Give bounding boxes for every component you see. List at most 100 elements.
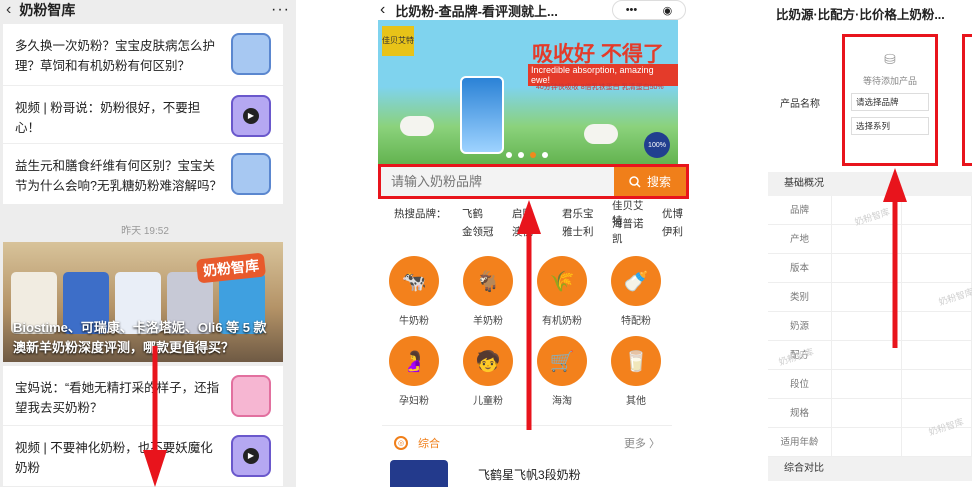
product-name: 飞鹤星飞帆3段奶粉 [478,467,581,482]
article-item[interactable]: 益生元和膳食纤维有何区别？宝宝关节为什么会响?无乳糖奶粉难溶解吗？ [3,144,283,204]
row-label: 品牌 [768,196,832,224]
section-basic: 基础概况 [768,172,972,196]
row-label: 版本 [768,254,832,282]
category-cow-milk[interactable]: 🐄 牛奶粉 [382,256,446,327]
compare-panel: 比奶源·比配方·比价格上奶粉... 产品名称 ⛁ 等待添加产品 请选择品牌 选择… [768,0,972,487]
category-label: 羊奶粉 [473,316,503,327]
series-select[interactable]: 选择系列 [851,117,929,135]
article-thumbnail [231,375,271,417]
table-row: 奶源 [768,312,972,341]
section-title: 综合 [418,437,440,450]
search-icon [629,175,641,188]
screenshot-collage: ‹ 奶粉智库 ··· 多久换一次奶粉？宝宝皮肤病怎么护理？草饲和有机奶粉有何区别… [0,0,972,487]
carousel-dot[interactable] [506,152,512,158]
bottle-icon: 🍼 [611,256,661,306]
miniapp-navbar: ‹ 比奶粉-查品牌-看评测就上... ••• ◉ [372,0,694,20]
row-label: 规格 [768,399,832,427]
article-title: 宝妈说：“看她无精打采的样子，还指望我去买奶粉？ [15,381,220,415]
chat-header: ‹ 奶粉智库 ··· [0,0,296,20]
cart-icon: 🛒 [537,336,587,386]
promo-banner[interactable]: 佳贝艾特 吸收好 不得了 Incredible absorption, amaz… [378,20,678,168]
brand-search-input[interactable] [381,167,614,196]
category-goat-milk[interactable]: 🐐 羊奶粉 [456,256,520,327]
add-product-slot[interactable]: ⛁ 等待添加产品 请选择品牌 选择系列 [842,34,938,166]
play-icon: ▶ [243,108,259,124]
more-icon[interactable]: ··· [271,1,290,19]
table-row: 产地 [768,225,972,254]
wheat-icon: 🌾 [537,256,587,306]
row-label: 段位 [768,370,832,398]
hot-brands: 热搜品牌： 飞鹤 启赋 君乐宝 佳贝艾特 优博 金领冠 澳优 雅士利 海普诺凯 … [394,200,694,245]
category-pregnancy[interactable]: 🤰 孕妇粉 [382,336,446,407]
more-link[interactable]: 更多 〉 [624,435,660,451]
chat-title: 奶粉智库 [19,2,76,18]
goat-icon: 🐐 [463,256,513,306]
sheep-image [584,124,618,144]
back-icon[interactable]: ‹ [6,1,11,19]
category-label: 孕妇粉 [399,396,429,407]
menu-dots-icon[interactable]: ••• [626,4,638,16]
add-product-slot-2[interactable] [962,34,972,166]
category-label: 牛奶粉 [399,316,429,327]
search-button[interactable]: 搜索 [614,167,686,196]
category-label: 儿童粉 [473,396,503,407]
brand-select[interactable]: 请选择品牌 [851,93,929,111]
chat-panel: ‹ 奶粉智库 ··· 多久换一次奶粉？宝宝皮肤病怎么护理？草饲和有机奶粉有何区别… [0,0,296,487]
hot-brand-link[interactable]: 伊利 [662,224,694,239]
product-image [390,460,448,487]
product-item[interactable]: 飞鹤星飞帆3段奶粉 [382,460,672,487]
category-special[interactable]: 🍼 特配粉 [604,256,668,327]
carousel-dot[interactable] [518,152,524,158]
child-icon: 🧒 [463,336,513,386]
featured-article[interactable]: 奶粉智库 Biostime、可瑞康、卡洛塔妮、Oli6 等 5 款澳新羊奶粉深度… [3,242,283,362]
category-child[interactable]: 🧒 儿童粉 [456,336,520,407]
milk-can-image [460,76,504,154]
table-row: 版本 [768,254,972,283]
red-arrow-indicator [517,200,541,430]
hot-brand-link[interactable]: 优博 [662,206,694,221]
article-thumbnail [231,153,271,195]
hot-brands-label: 热搜品牌： [394,207,447,220]
cow-icon: 🐄 [389,256,439,306]
product-name-label: 产品名称 [780,99,820,110]
hot-brand-link[interactable]: 海普诺凯 [612,216,652,246]
search-button-label: 搜索 [646,175,671,189]
category-label: 其他 [626,396,646,407]
section-header: ◎ 综合 更多 〉 [382,425,672,459]
video-thumbnail: ▶ [231,435,271,477]
category-other[interactable]: 🥛 其他 [604,336,668,407]
hot-brand-link[interactable]: 金领冠 [462,224,502,239]
article-title: 视频 | 不要神化奶粉，也不要妖魔化奶粉 [15,441,213,475]
pregnant-icon: 🤰 [389,336,439,386]
compare-title: 比奶源·比配方·比价格上奶粉... [776,8,945,22]
capsule-menu[interactable]: ••• ◉ [612,0,686,20]
carousel-dots[interactable] [506,152,548,158]
article-title: 益生元和膳食纤维有何区别？宝宝关节为什么会响?无乳糖奶粉难溶解吗？ [15,159,222,193]
article-title: 多久换一次奶粉？宝宝皮肤病怎么护理？草饲和有机奶粉有何区别？ [15,39,216,73]
article-item[interactable]: 多久换一次奶粉？宝宝皮肤病怎么护理？草饲和有机奶粉有何区别？ [3,24,283,86]
hot-brand-link[interactable]: 君乐宝 [562,206,602,221]
carousel-dot-active[interactable] [530,152,536,158]
section-compare: 综合对比 [768,457,972,481]
red-arrow-indicator [883,168,907,348]
row-label: 适用年龄 [768,428,832,456]
article-thumbnail [231,33,271,75]
chat-timestamp: 昨天 19:52 [121,226,169,237]
row-label: 产地 [768,225,832,253]
close-circle-icon[interactable]: ◉ [663,4,673,17]
red-arrow-indicator [143,346,167,487]
waiting-text: 等待添加产品 [862,76,917,86]
milk-icon: 🥛 [611,336,661,386]
banner-features: 40分钟快吸收 8倍乳铁蛋白 乳清蛋白50% [536,84,664,91]
hot-brand-link[interactable]: 雅士利 [562,224,602,239]
hot-brand-link[interactable]: 飞鹤 [462,206,502,221]
carousel-dot[interactable] [542,152,548,158]
article-card-top: 多久换一次奶粉？宝宝皮肤病怎么护理？草饲和有机奶粉有何区别？ 视频 | 粉哥说：… [3,24,283,204]
article-item[interactable]: 视频 | 粉哥说：奶粉很好，不要担心！ ▶ [3,86,283,144]
article-title: 视频 | 粉哥说：奶粉很好，不要担心！ [15,101,201,135]
back-icon[interactable]: ‹ [380,1,385,19]
miniapp-title: 比奶粉-查品牌-看评测就上... [395,3,558,19]
overview-icon: ◎ [394,435,408,450]
video-thumbnail: ▶ [231,95,271,137]
sheep-image [400,116,434,136]
